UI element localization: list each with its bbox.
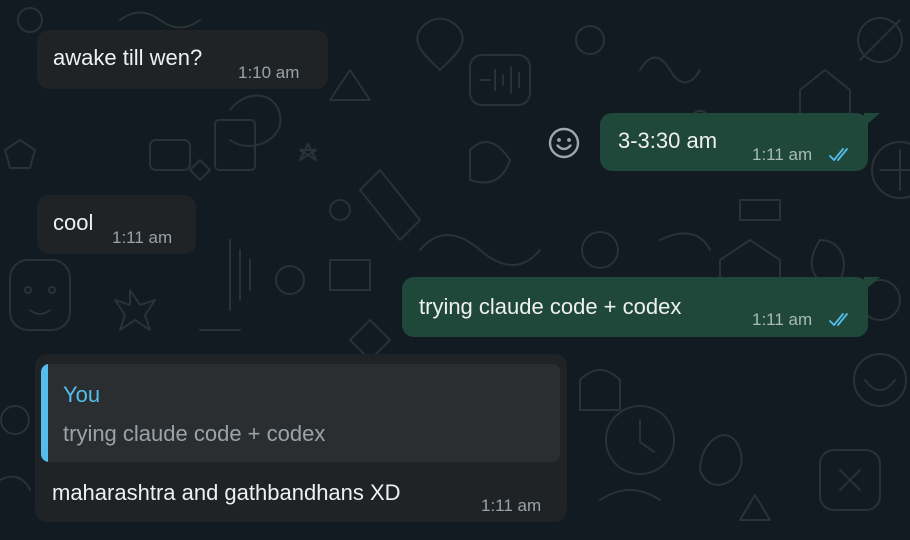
outgoing-message[interactable]: 3-3:30 am 1:11 am <box>600 113 868 171</box>
message-time: 1:11 am <box>481 496 542 515</box>
message-text: trying claude code + codex <box>419 294 682 319</box>
message-time: 1:10 am <box>238 63 300 82</box>
quoted-message[interactable]: You trying claude code + codex <box>41 364 560 462</box>
quote-accent-bar <box>41 364 48 462</box>
quote-text: trying claude code + codex <box>63 421 326 446</box>
bubble-tail <box>864 113 880 127</box>
message-time: 1:11 am <box>752 145 813 164</box>
outgoing-message[interactable]: trying claude code + codex 1:11 am <box>402 277 868 337</box>
incoming-message[interactable]: cool 1:11 am <box>37 195 196 254</box>
message-time: 1:11 am <box>112 228 173 247</box>
message-text: maharashtra and gathbandhans XD <box>52 480 401 505</box>
message-text: cool <box>53 210 94 235</box>
incoming-message[interactable]: awake till wen? 1:10 am <box>37 30 328 89</box>
message-time: 1:11 am <box>752 310 813 329</box>
bubble-tail <box>864 277 880 291</box>
message-text: 3-3:30 am <box>618 128 718 153</box>
message-text: awake till wen? <box>53 45 203 70</box>
smiley-face-icon[interactable] <box>547 126 581 160</box>
quote-author: You <box>63 382 101 407</box>
chat-panel: awake till wen? 1:10 am 3-3:30 am 1:11 a… <box>0 0 910 540</box>
double-check-icon <box>829 313 848 326</box>
double-check-icon <box>829 148 848 161</box>
